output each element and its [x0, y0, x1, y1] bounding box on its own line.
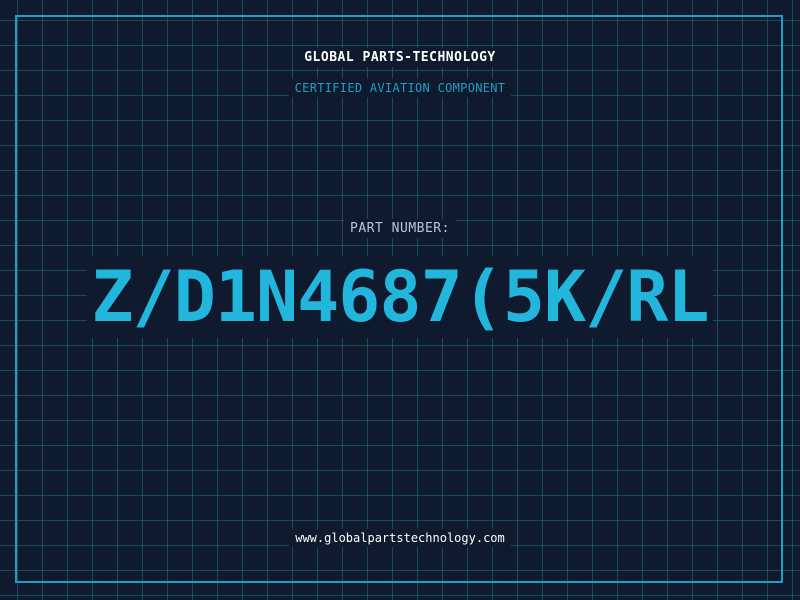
- company-name-text: GLOBAL PARTS-TECHNOLOGY: [298, 48, 502, 67]
- tagline-text: CERTIFIED AVIATION COMPONENT: [288, 79, 512, 97]
- tagline: CERTIFIED AVIATION COMPONENT: [0, 79, 800, 97]
- part-number-label-text: PART NUMBER:: [344, 219, 456, 238]
- part-number-text: Z/D1N4687(5K/RL: [87, 256, 713, 338]
- website-url: www.globalpartstechnology.com: [0, 529, 800, 547]
- website-url-text: www.globalpartstechnology.com: [289, 529, 511, 547]
- part-number: Z/D1N4687(5K/RL: [0, 255, 800, 339]
- company-name: GLOBAL PARTS-TECHNOLOGY: [0, 48, 800, 67]
- label-canvas: GLOBAL PARTS-TECHNOLOGY CERTIFIED AVIATI…: [0, 0, 800, 600]
- part-number-label: PART NUMBER:: [0, 219, 800, 238]
